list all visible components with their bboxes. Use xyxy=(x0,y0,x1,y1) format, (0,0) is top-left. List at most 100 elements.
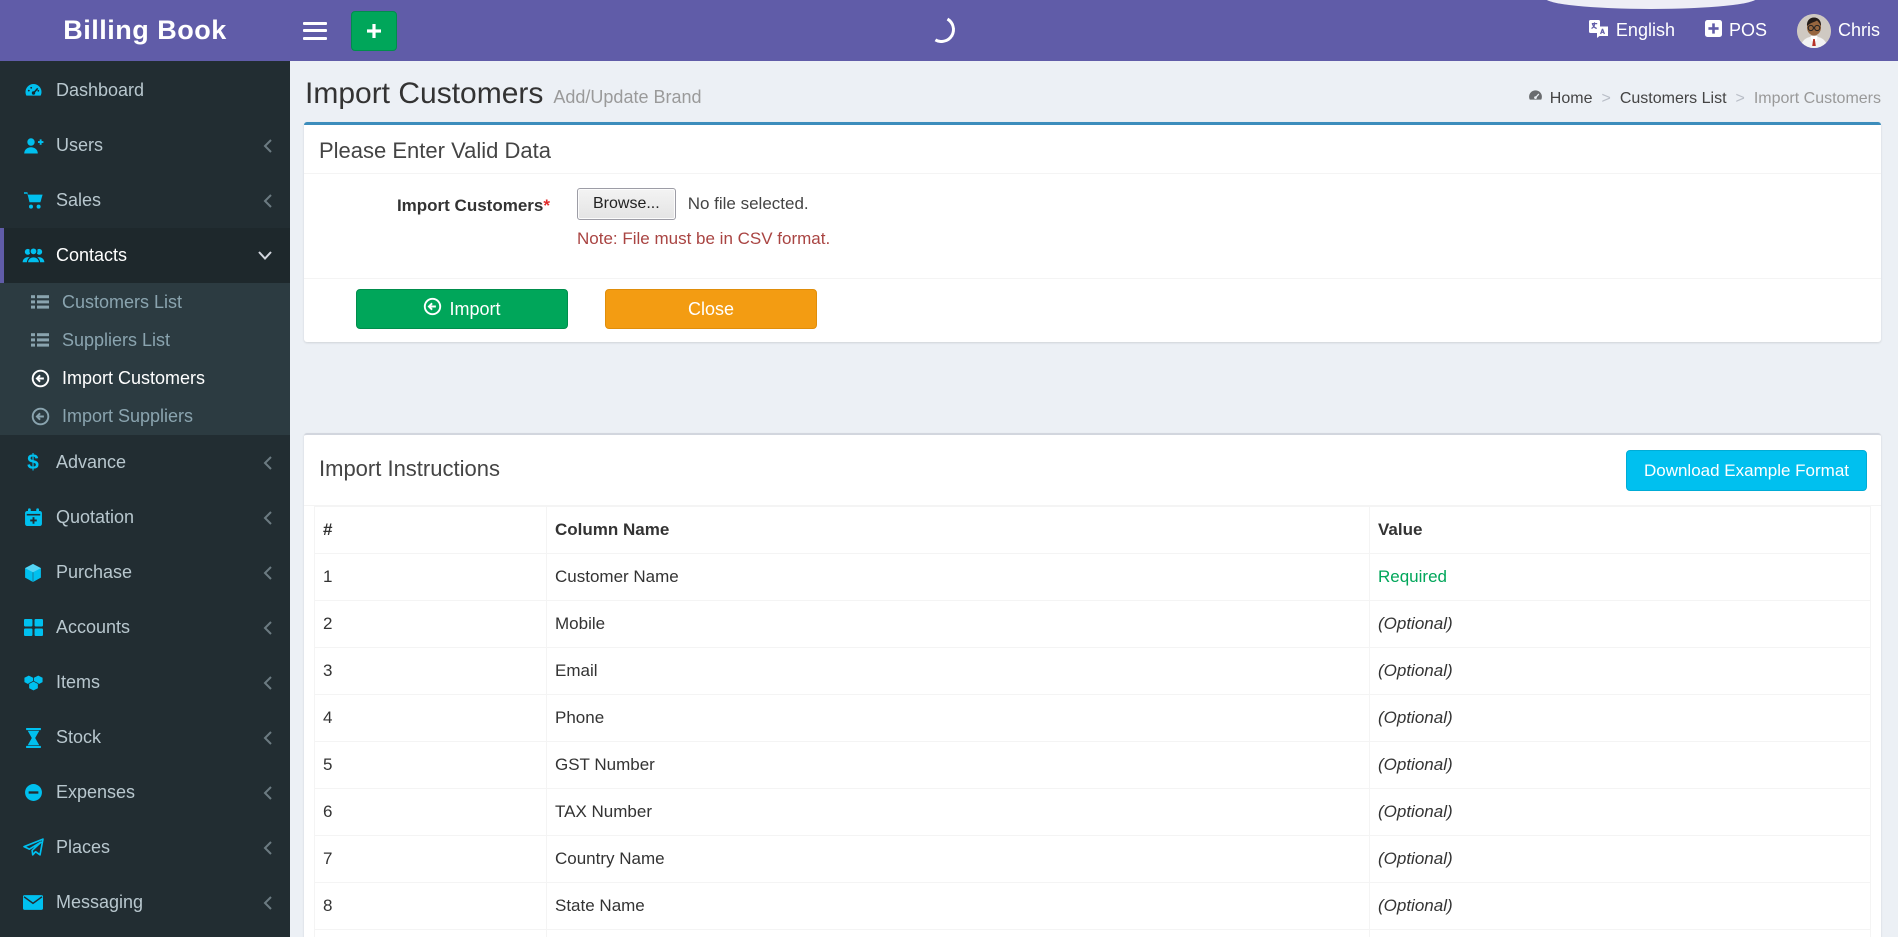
row-column-name: GST Number xyxy=(546,741,1370,789)
arrow-circle-left-icon xyxy=(29,369,51,388)
form-card-body: Import Customers* Browse... No file sele… xyxy=(304,174,1881,278)
sidebar-item-label: Dashboard xyxy=(56,80,145,100)
page-subtitle: Add/Update Brand xyxy=(553,87,702,107)
table-row: 6 TAX Number (Optional) xyxy=(314,788,1871,836)
sidebar-item-label: Items xyxy=(56,672,101,692)
col-header-value: Value xyxy=(1369,506,1871,554)
chevron-left-icon xyxy=(263,455,273,471)
row-value: (Optional) xyxy=(1369,694,1871,742)
import-instructions-card: Import Instructions Download Example For… xyxy=(304,433,1881,937)
sidebar-item-label: Quotation xyxy=(56,507,135,527)
pos-button[interactable]: POS xyxy=(1704,0,1767,61)
breadcrumb-home[interactable]: Home xyxy=(1527,88,1592,109)
hourglass-icon xyxy=(20,727,46,748)
import-form-card: Please Enter Valid Data Import Customers… xyxy=(304,122,1881,342)
sidebar-item-import-suppliers[interactable]: Import Suppliers xyxy=(0,397,290,435)
calendar-plus-icon xyxy=(20,508,46,527)
quick-add-button[interactable] xyxy=(351,10,397,51)
row-column-name: Phone xyxy=(546,694,1370,742)
breadcrumb-customers-list[interactable]: Customers List xyxy=(1620,90,1727,108)
sidebar-item-label: Customers List xyxy=(62,291,183,312)
sidebar-item-users[interactable]: Users xyxy=(0,118,290,173)
sidebar-item-dashboard[interactable]: Dashboard xyxy=(0,63,290,118)
sidebar-item-label: Import Suppliers xyxy=(62,405,194,426)
row-column-name: Country Name xyxy=(546,835,1370,883)
language-label: English xyxy=(1615,20,1675,40)
table-row: 3 Email (Optional) xyxy=(314,647,1871,695)
sidebar-nav: Dashboard Users Sales Contacts Customers… xyxy=(0,61,290,937)
sidebar-item-customers-list[interactable]: Customers List xyxy=(0,283,290,321)
instructions-table-body: 1 Customer Name Required 2 Mobile (Optio… xyxy=(314,553,1871,937)
row-value: (Optional) xyxy=(1369,882,1871,930)
row-column-name: Email xyxy=(546,647,1370,695)
table-row: 5 GST Number (Optional) xyxy=(314,741,1871,789)
envelope-icon xyxy=(20,895,46,910)
download-example-format-button[interactable]: Download Example Format xyxy=(1625,450,1867,491)
sidebar-item-stock[interactable]: Stock xyxy=(0,710,290,765)
required-asterisk: * xyxy=(543,196,550,215)
sidebar-item-import-customers[interactable]: Import Customers xyxy=(0,359,290,397)
file-status-text: No file selected. xyxy=(687,194,809,213)
sidebar-item-label: Advance xyxy=(56,452,127,472)
import-button[interactable]: Import xyxy=(356,289,568,329)
row-column-name: Mobile xyxy=(546,600,1370,648)
cubes-icon xyxy=(20,674,46,692)
topbar-main xyxy=(290,0,1588,61)
close-button[interactable]: Close xyxy=(605,289,817,329)
sidebar-item-places[interactable]: Places xyxy=(0,820,290,875)
arrow-circle-left-icon xyxy=(29,407,51,426)
row-number: 9 xyxy=(314,929,547,937)
sidebar-item-expenses[interactable]: Expenses xyxy=(0,765,290,820)
sidebar-item-purchase[interactable]: Purchase xyxy=(0,545,290,600)
sidebar-item-sales[interactable]: Sales xyxy=(0,173,290,228)
sidebar-toggle-icon[interactable] xyxy=(303,21,327,40)
page-title: Import Customers xyxy=(305,77,544,110)
user-name: Chris xyxy=(1837,20,1880,40)
sidebar-item-accounts[interactable]: Accounts xyxy=(0,600,290,655)
breadcrumb-separator: > xyxy=(1735,89,1745,107)
sidebar-item-label: Messaging xyxy=(56,892,144,912)
chevron-left-icon xyxy=(263,895,273,911)
sidebar-item-label: Import Customers xyxy=(62,367,206,388)
home-gauge-icon xyxy=(1527,88,1544,109)
app-logo[interactable]: Billing Book xyxy=(0,0,290,61)
breadcrumb: Home > Customers List > Import Customers xyxy=(1527,88,1881,109)
sidebar-item-label: Stock xyxy=(56,727,102,747)
sidebar-item-items[interactable]: Items xyxy=(0,655,290,710)
col-header-column-name: Column Name xyxy=(546,506,1370,554)
table-header-row: # Column Name Value xyxy=(314,506,1871,554)
cube-icon xyxy=(20,563,46,583)
table-row: 2 Mobile (Optional) xyxy=(314,600,1871,648)
row-number: 7 xyxy=(314,835,547,883)
table-row: 7 Country Name (Optional) xyxy=(314,835,1871,883)
sidebar-item-label: Places xyxy=(56,837,111,857)
table-row: 9 Postal Code (Optional) xyxy=(314,929,1871,937)
plus-icon xyxy=(365,22,383,40)
user-plus-icon xyxy=(20,137,46,155)
row-value: (Optional) xyxy=(1369,647,1871,695)
row-column-name: State Name xyxy=(546,882,1370,930)
row-number: 8 xyxy=(314,882,547,930)
instructions-card-header: Import Instructions Download Example For… xyxy=(304,435,1881,506)
sidebar-item-suppliers-list[interactable]: Suppliers List xyxy=(0,321,290,359)
arrow-circle-left-icon xyxy=(423,297,442,321)
user-menu[interactable]: Chris xyxy=(1796,0,1880,61)
row-value: (Optional) xyxy=(1369,835,1871,883)
sidebar-item-advance[interactable]: $ Advance xyxy=(0,435,290,490)
topbar-right: English POS Chris xyxy=(1588,0,1898,61)
browse-button[interactable]: Browse... xyxy=(577,188,676,220)
row-number: 5 xyxy=(314,741,547,789)
pos-label: POS xyxy=(1728,20,1767,40)
row-number: 2 xyxy=(314,600,547,648)
sidebar-item-contacts[interactable]: Contacts xyxy=(0,228,290,283)
breadcrumb-current: Import Customers xyxy=(1753,89,1881,107)
table-row: 1 Customer Name Required xyxy=(314,553,1871,601)
sidebar-item-quotation[interactable]: Quotation xyxy=(0,490,290,545)
users-group-icon xyxy=(20,246,46,265)
sidebar-item-label: Users xyxy=(56,135,104,155)
grid-icon xyxy=(20,619,46,636)
list-icon xyxy=(29,294,51,310)
sidebar-item-messaging[interactable]: Messaging xyxy=(0,875,290,930)
language-menu[interactable]: English xyxy=(1588,0,1675,61)
row-value: (Optional) xyxy=(1369,600,1871,648)
